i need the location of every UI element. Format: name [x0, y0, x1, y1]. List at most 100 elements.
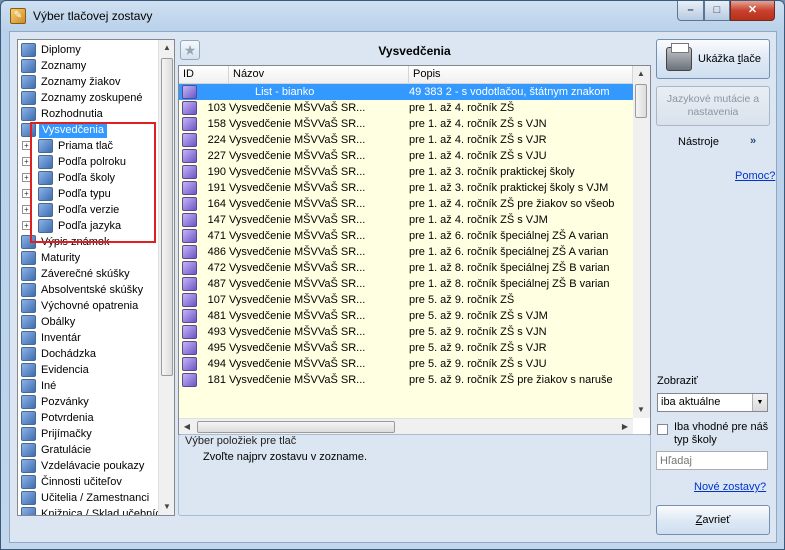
show-label: Zobraziť: [657, 375, 698, 387]
cell-id: 147: [207, 214, 226, 226]
tree-item-icon: [21, 475, 36, 489]
tree-item-icon: [21, 299, 36, 313]
tree-item-icon: [21, 267, 36, 281]
help-link[interactable]: Pomoc?: [735, 170, 775, 182]
table-row[interactable]: 107 Vysvedčenie MŠVVaŠ SR... pre 5. až 9. …: [179, 292, 633, 308]
table-row[interactable]: 481 Vysvedčenie MŠVVaŠ SR... pre 5. až 9. …: [179, 308, 633, 324]
cell-name: Vysvedčenie MŠVVaŠ SR...: [229, 118, 366, 130]
reports-panel: Vysvedčenia ★ ID Názov Popis List - bian…: [178, 39, 651, 435]
cell-desc: pre 1. až 8. ročník špeciálnej ZŠ B vari…: [409, 278, 610, 290]
table-row[interactable]: 493 Vysvedčenie MŠVVaŠ SR... pre 5. až 9. …: [179, 324, 633, 340]
table-row[interactable]: 495 Vysvedčenie MŠVVaŠ SR... pre 5. až 9. …: [179, 340, 633, 356]
table-row[interactable]: 494 Vysvedčenie MŠVVaŠ SR... pre 5. až 9. …: [179, 356, 633, 372]
tree-scroll-thumb[interactable]: [161, 58, 173, 376]
cell-name: Vysvedčenie MŠVVaŠ SR...: [229, 326, 366, 338]
grid-rows: List - bianko 49 383 2 - s vodotlačou, št…: [179, 84, 633, 418]
tree-item-label: Činnosti učiteľov: [41, 476, 122, 488]
language-settings-button[interactable]: Jazykové mutácie a nastavenia: [656, 86, 770, 126]
tree-item-label: Zoznamy zoskupené: [41, 92, 143, 104]
cell-name: Vysvedčenie MŠVVaŠ SR...: [229, 294, 366, 306]
table-row[interactable]: 190 Vysvedčenie MŠVVaŠ SR... pre 1. až 3. …: [179, 164, 633, 180]
cell-id: 224: [207, 134, 226, 146]
cell-desc: pre 5. až 9. ročník ZŠ s VJR: [409, 342, 547, 354]
grid-scroll-left-arrow[interactable]: ◀: [179, 419, 195, 434]
grid-horizontal-scrollbar[interactable]: ◀ ▶: [179, 418, 633, 434]
table-row[interactable]: 472 Vysvedčenie MŠVVaŠ SR... pre 1. až 8. …: [179, 260, 633, 276]
close-window-button[interactable]: ✕: [730, 1, 775, 21]
show-filter-select[interactable]: iba aktuálne ▼: [657, 393, 768, 412]
favorite-star-icon[interactable]: ★: [180, 40, 200, 60]
cell-id: 495: [207, 342, 226, 354]
grid-scroll-down-arrow[interactable]: ▼: [633, 402, 649, 418]
suitable-school-checkbox[interactable]: [657, 424, 668, 435]
cell-name: Vysvedčenie MŠVVaŠ SR...: [229, 358, 366, 370]
tree-item-label: Knižnica / Sklad učebníc: [41, 508, 161, 516]
cell-name: Vysvedčenie MŠVVaŠ SR...: [229, 198, 366, 210]
cell-desc: pre 5. až 9. ročník ZŠ: [409, 294, 515, 306]
print-preview-button[interactable]: Ukážka tlače: [656, 39, 770, 79]
cell-desc: pre 1. až 4. ročník ZŠ s VJM: [409, 214, 548, 226]
cell-desc: pre 5. až 9. ročník ZŠ s VJN: [409, 326, 547, 338]
reports-header: Vysvedčenia ★: [178, 39, 651, 61]
scroll-down-arrow[interactable]: ▼: [159, 499, 174, 515]
cell-desc: pre 1. až 4. ročník ZŠ s VJN: [409, 118, 547, 130]
cell-id: 191: [207, 182, 226, 194]
tree-item-icon: [21, 427, 36, 441]
cell-id: [179, 84, 229, 100]
tools-toggle[interactable]: Nástroje »: [656, 135, 770, 151]
cell-name: Vysvedčenie MŠVVaŠ SR...: [229, 150, 366, 162]
cell-name: Vysvedčenie MŠVVaŠ SR...: [229, 102, 366, 114]
dropdown-arrow-icon[interactable]: ▼: [752, 394, 767, 411]
table-row[interactable]: 227 Vysvedčenie MŠVVaŠ SR... pre 1. až 4. …: [179, 148, 633, 164]
tree-item-icon: [21, 43, 36, 57]
table-row[interactable]: List - bianko 49 383 2 - s vodotlačou, št…: [179, 84, 633, 100]
grid-scroll-up-arrow[interactable]: ▲: [633, 66, 649, 82]
category-tree[interactable]: Diplomy Zoznamy Zoznamy žiakov Zoznamy zosk…: [17, 39, 175, 516]
table-row[interactable]: 103 Vysvedčenie MŠVVaŠ SR... pre 1. až 4. …: [179, 100, 633, 116]
title-bar[interactable]: ✎ Výber tlačovej zostavy – □ ✕: [1, 1, 784, 31]
cell-id: 493: [207, 326, 226, 338]
cell-id: 472: [207, 262, 226, 274]
table-row[interactable]: 164 Vysvedčenie MŠVVaŠ SR... pre 1. až 4. …: [179, 196, 633, 212]
table-row[interactable]: 487 Vysvedčenie MŠVVaŠ SR... pre 1. až 8. …: [179, 276, 633, 292]
maximize-button[interactable]: □: [704, 1, 730, 21]
grid-hscroll-thumb[interactable]: [197, 421, 395, 433]
column-header-description[interactable]: Popis: [409, 66, 633, 84]
tree-item-icon: [21, 411, 36, 425]
suitable-school-label[interactable]: Iba vhodné pre náš typ školy: [674, 421, 774, 447]
table-row[interactable]: 191 Vysvedčenie MŠVVaŠ SR... pre 1. až 3. …: [179, 180, 633, 196]
cell-desc: pre 1. až 3. ročník praktickej školy s V…: [409, 182, 609, 194]
cell-name: Vysvedčenie MŠVVaŠ SR...: [229, 214, 366, 226]
column-header-id[interactable]: ID: [179, 66, 229, 84]
table-row[interactable]: 158 Vysvedčenie MŠVVaŠ SR... pre 1. až 4. …: [179, 116, 633, 132]
close-button-label: Zavrieť: [695, 514, 731, 526]
cell-name: Vysvedčenie MŠVVaŠ SR...: [229, 246, 366, 258]
cell-name: Vysvedčenie MŠVVaŠ SR...: [229, 262, 366, 274]
tree-item-icon: [21, 331, 36, 345]
grid-scroll-right-arrow[interactable]: ▶: [617, 419, 633, 434]
search-input[interactable]: [656, 451, 768, 470]
scroll-up-arrow[interactable]: ▲: [159, 40, 174, 56]
table-row[interactable]: 147 Vysvedčenie MŠVVaŠ SR... pre 1. až 4. …: [179, 212, 633, 228]
tree-item-label: Diplomy: [41, 44, 81, 56]
grid-scroll-thumb[interactable]: [635, 84, 647, 118]
table-row[interactable]: 181 Vysvedčenie MŠVVaŠ SR... pre 5. až 9. …: [179, 372, 633, 388]
grid-vertical-scrollbar[interactable]: ▲ ▼: [633, 66, 650, 418]
cell-id: 181: [207, 374, 226, 386]
table-row[interactable]: 486 Vysvedčenie MŠVVaŠ SR... pre 1. až 6. …: [179, 244, 633, 260]
tree-scrollbar[interactable]: ▲ ▼: [158, 40, 174, 515]
cell-id: 471: [207, 230, 226, 242]
table-row[interactable]: 224 Vysvedčenie MŠVVaŠ SR... pre 1. až 4. …: [179, 132, 633, 148]
close-button[interactable]: Zavrieť: [656, 505, 770, 535]
new-reports-link[interactable]: Nové zostavy?: [694, 481, 766, 493]
minimize-button[interactable]: –: [677, 1, 704, 21]
cell-id: 487: [207, 278, 226, 290]
tree-item-icon: [21, 395, 36, 409]
reports-grid[interactable]: ID Názov Popis List - bianko 49 383 2 - s…: [178, 65, 651, 435]
cell-name: Vysvedčenie MŠVVaŠ SR...: [229, 230, 366, 242]
column-header-name[interactable]: Názov: [229, 66, 409, 84]
cell-desc: pre 1. až 4. ročník ZŠ: [409, 102, 515, 114]
table-row[interactable]: 471 Vysvedčenie MŠVVaŠ SR... pre 1. až 6. …: [179, 228, 633, 244]
tree-item-icon: [21, 283, 36, 297]
chevron-down-icon[interactable]: »: [750, 135, 756, 147]
